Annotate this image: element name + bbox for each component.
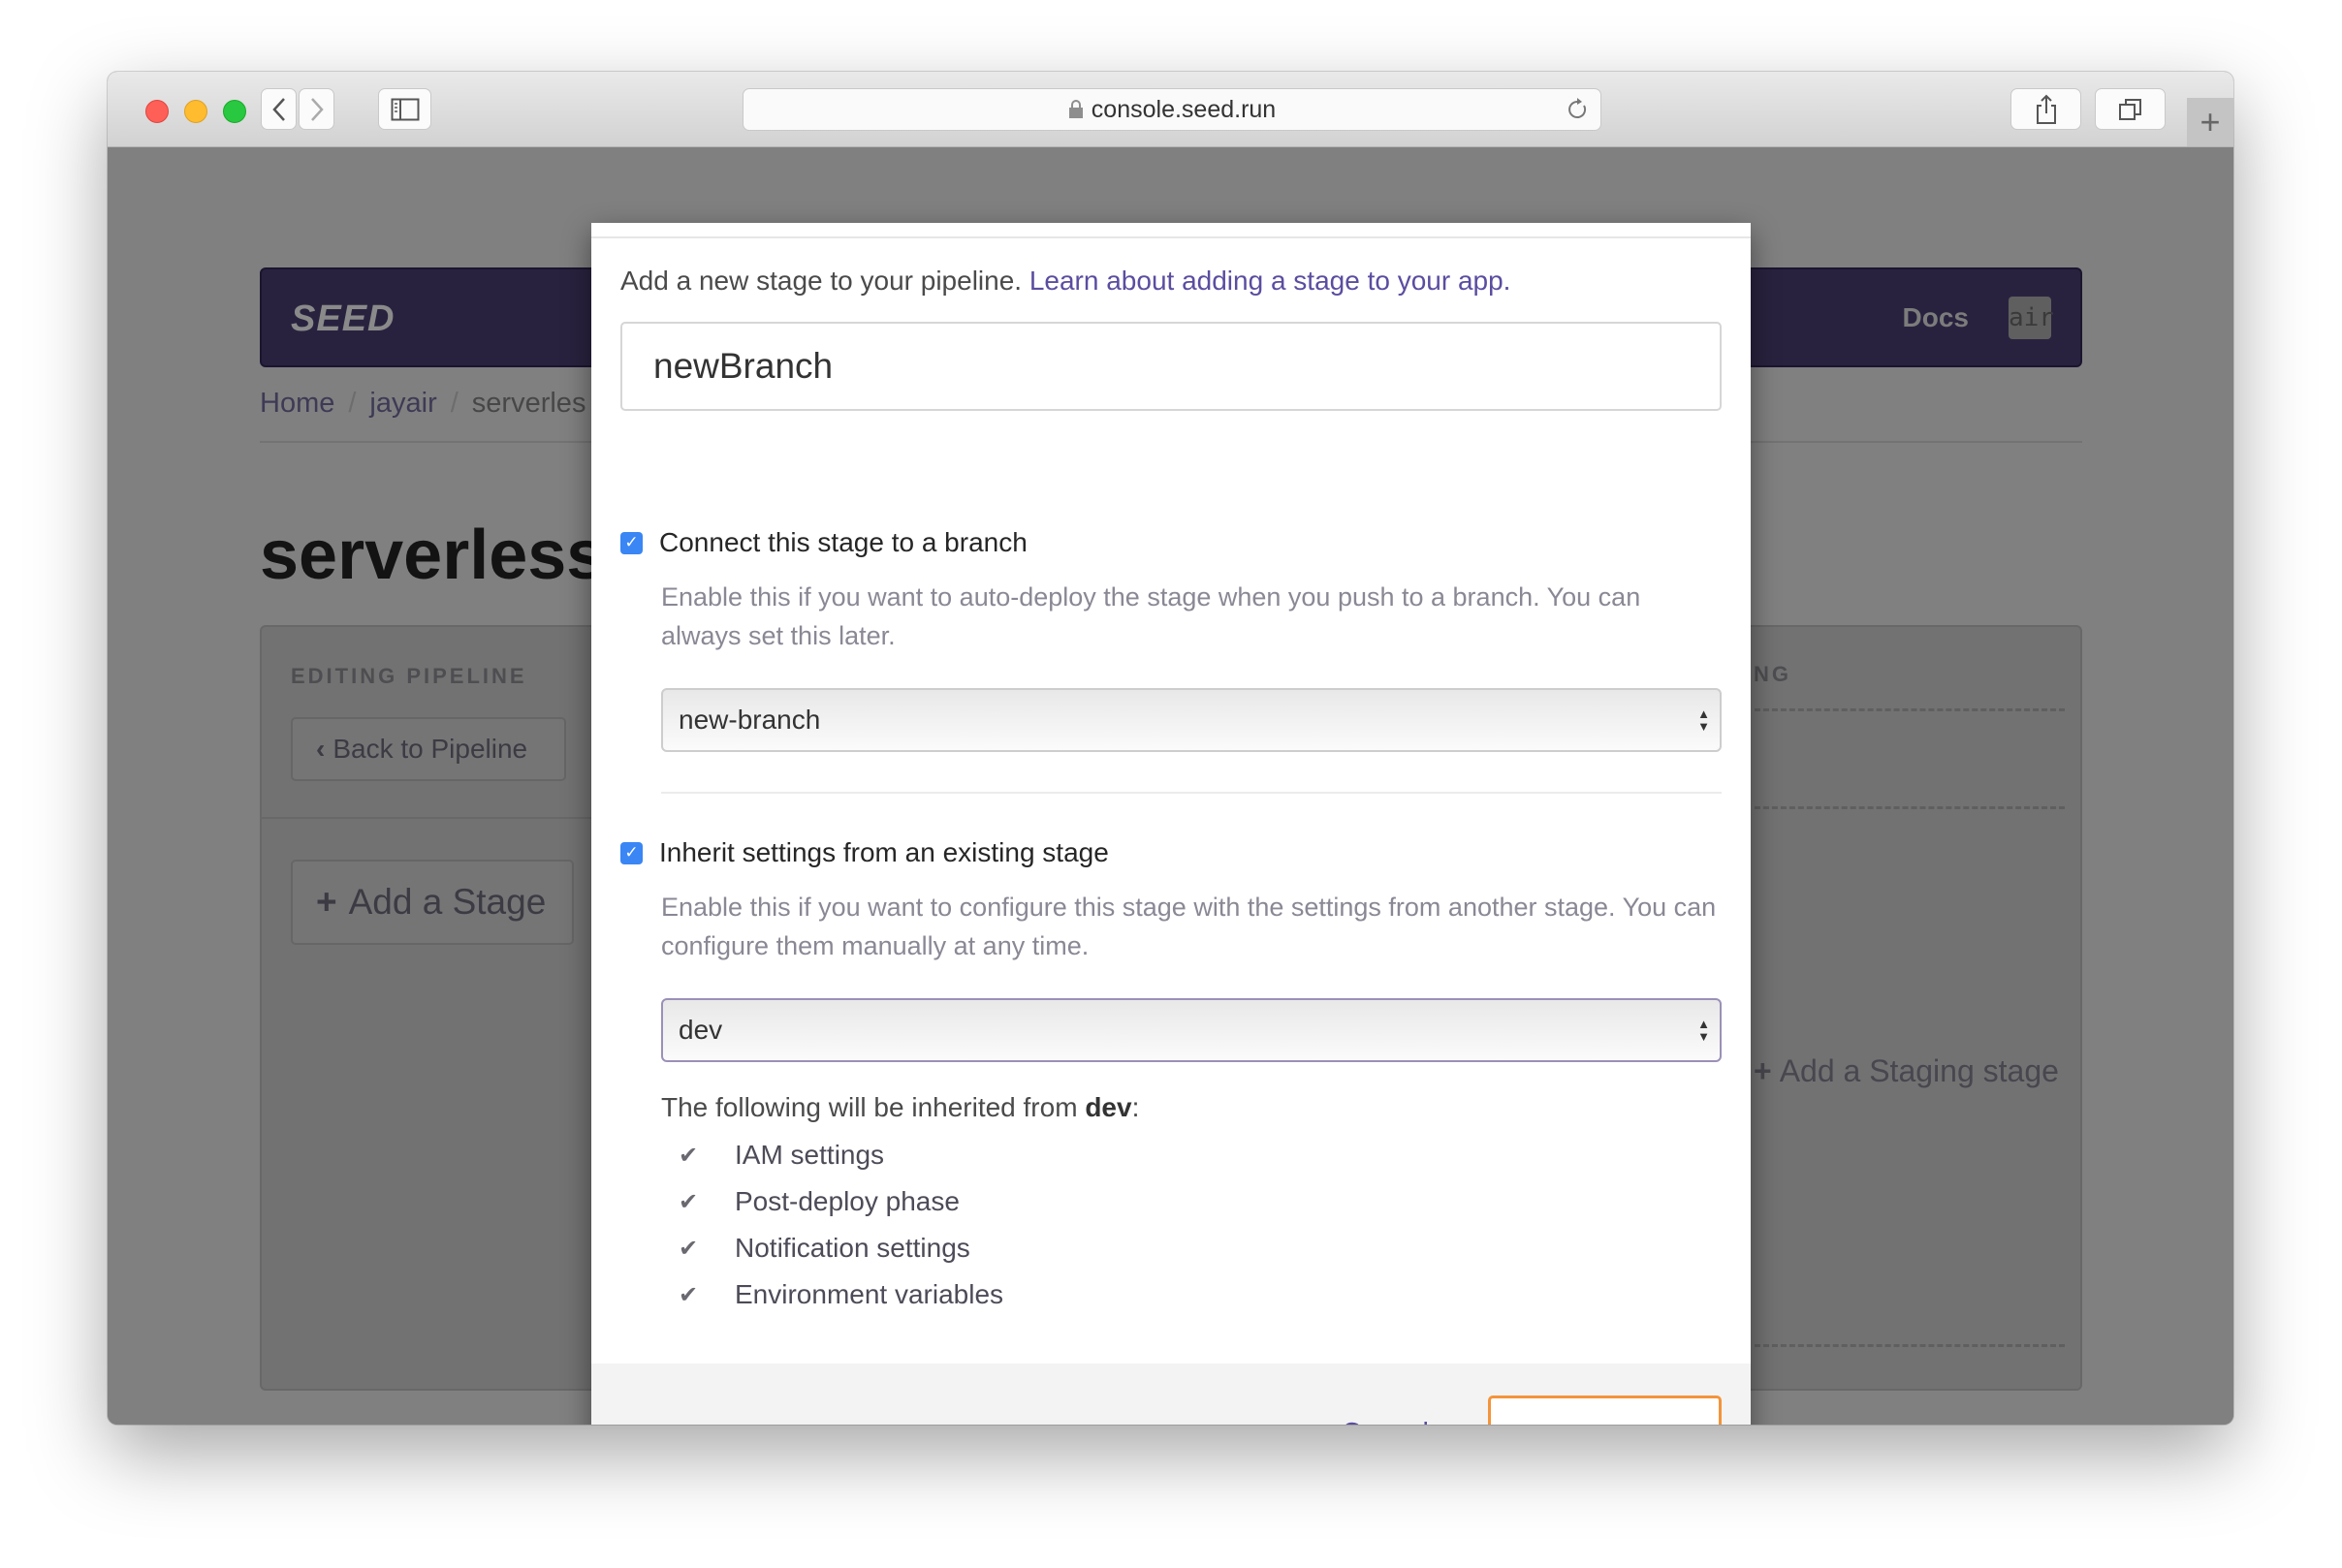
new-tab-button[interactable]: + [2187, 98, 2233, 146]
inherit-summary: The following will be inherited from dev… [661, 1092, 1139, 1123]
check-icon: ✔ [679, 1235, 699, 1262]
inherited-item: ✔ Post-deploy phase [679, 1178, 1003, 1225]
user-avatar[interactable]: air [2009, 297, 2054, 339]
connect-branch-help: Enable this if you want to auto-deploy t… [661, 582, 1641, 650]
check-icon: ✔ [679, 1142, 699, 1169]
back-to-pipeline-button[interactable]: ‹ Back to Pipeline [291, 717, 566, 781]
plus-icon: + [1754, 1053, 1772, 1088]
inherit-settings-label: Inherit settings from an existing stage [659, 837, 1109, 867]
dashed-divider [1755, 806, 2065, 809]
inherited-item-label: Notification settings [735, 1233, 970, 1263]
page-title: serverless [260, 517, 606, 594]
breadcrumb-separator: / [450, 388, 459, 419]
close-window-button[interactable] [145, 100, 169, 123]
seed-logo[interactable]: SEED [291, 298, 395, 340]
browser-window: console.seed.run + SEED Docs air Home / ja… [108, 72, 2233, 1425]
select-arrows-icon: ▲ ▼ [1697, 1017, 1710, 1044]
inherited-item: ✔ Notification settings [679, 1225, 1003, 1271]
inherited-item-label: IAM settings [735, 1140, 885, 1170]
breadcrumb-app: serverles [471, 388, 586, 419]
inherited-item: ✔ Environment variables [679, 1271, 1003, 1318]
breadcrumb-org[interactable]: jayair [369, 388, 436, 419]
editing-pipeline-label: EDITING PIPELINE [291, 664, 527, 688]
back-button[interactable] [261, 88, 297, 130]
lock-icon [1068, 100, 1083, 118]
panel-divider [262, 817, 591, 819]
add-staging-stage-button[interactable]: + Add a Staging stage [1754, 1053, 2059, 1089]
forward-button[interactable] [299, 88, 334, 130]
add-stage-modal: Add a new stage to your pipeline. Learn … [591, 223, 1751, 1425]
share-button[interactable] [2010, 88, 2081, 130]
url-text: console.seed.run [1091, 95, 1277, 123]
modal-footer: Cancel Add Stage [591, 1364, 1751, 1425]
dashed-divider [1755, 1344, 2065, 1347]
modal-header-divider [591, 236, 1751, 238]
inherited-item-label: Post-deploy phase [735, 1186, 960, 1216]
page-background: SEED Docs air Home / jayair / serverles serv… [108, 147, 2233, 1425]
inherited-items-list: ✔ IAM settings ✔ Post-deploy phase ✔ Notifi… [679, 1132, 1003, 1318]
connect-branch-label: Connect this stage to a branch [659, 527, 1028, 557]
connect-branch-checkbox-row[interactable]: ✓ Connect this stage to a branch [620, 527, 1028, 558]
check-icon: ✔ [679, 1281, 699, 1308]
staging-column-label: NG [1754, 662, 1791, 686]
address-bar[interactable]: console.seed.run [743, 88, 1601, 131]
dashed-divider [1755, 708, 2065, 711]
check-icon: ✔ [679, 1188, 699, 1215]
stage-select-value: dev [679, 1015, 723, 1045]
chevron-left-icon: ‹ [316, 734, 326, 764]
add-a-stage-label: Add a Stage [348, 882, 547, 922]
inherit-settings-checkbox[interactable]: ✓ [620, 841, 643, 864]
forward-icon [310, 97, 324, 121]
inherit-summary-stage: dev [1085, 1092, 1132, 1122]
tabs-icon [2118, 98, 2141, 120]
breadcrumb-separator: / [348, 388, 357, 419]
branch-select[interactable]: new-branch ▲ ▼ [661, 688, 1722, 752]
minimize-window-button[interactable] [184, 100, 207, 123]
back-icon [271, 97, 285, 121]
section-divider [661, 792, 1722, 794]
breadcrumb-home[interactable]: Home [260, 388, 334, 419]
inherit-summary-suffix: : [1131, 1092, 1140, 1122]
learn-more-link[interactable]: Learn about adding a stage to your app. [1029, 266, 1511, 296]
inherit-summary-prefix: The following will be inherited from [661, 1092, 1078, 1122]
share-icon [2036, 94, 2056, 124]
tabs-overview-button[interactable] [2095, 88, 2166, 130]
zoom-window-button[interactable] [223, 100, 246, 123]
add-staging-stage-label: Add a Staging stage [1779, 1053, 2059, 1088]
stage-name-input[interactable] [620, 322, 1722, 411]
inherit-settings-checkbox-row[interactable]: ✓ Inherit settings from an existing stag… [620, 837, 1109, 868]
inherit-settings-help: Enable this if you want to configure thi… [661, 893, 1717, 960]
back-to-pipeline-label: Back to Pipeline [332, 734, 528, 764]
new-tab-icon: + [2200, 102, 2221, 141]
select-arrows-icon: ▲ ▼ [1697, 706, 1710, 734]
inherited-item: ✔ IAM settings [679, 1132, 1003, 1178]
cancel-button[interactable]: Cancel [1336, 1417, 1435, 1425]
add-a-stage-button[interactable]: + Add a Stage [291, 860, 574, 945]
connect-branch-checkbox[interactable]: ✓ [620, 531, 643, 554]
modal-intro: Add a new stage to your pipeline. Learn … [620, 266, 1510, 297]
browser-toolbar: console.seed.run + [108, 72, 2233, 147]
reload-icon[interactable] [1566, 97, 1589, 122]
stage-select[interactable]: dev ▲ ▼ [661, 998, 1722, 1062]
modal-intro-text: Add a new stage to your pipeline. [620, 266, 1023, 296]
branch-select-value: new-branch [679, 705, 821, 735]
sidebar-icon [391, 98, 419, 120]
add-stage-button[interactable]: Add Stage [1488, 1396, 1722, 1425]
sidebar-toggle-button[interactable] [378, 88, 431, 130]
plus-icon: + [316, 882, 337, 922]
breadcrumb: Home / jayair / serverles [260, 388, 586, 420]
docs-link[interactable]: Docs [1903, 302, 1969, 333]
inherited-item-label: Environment variables [735, 1279, 1004, 1309]
